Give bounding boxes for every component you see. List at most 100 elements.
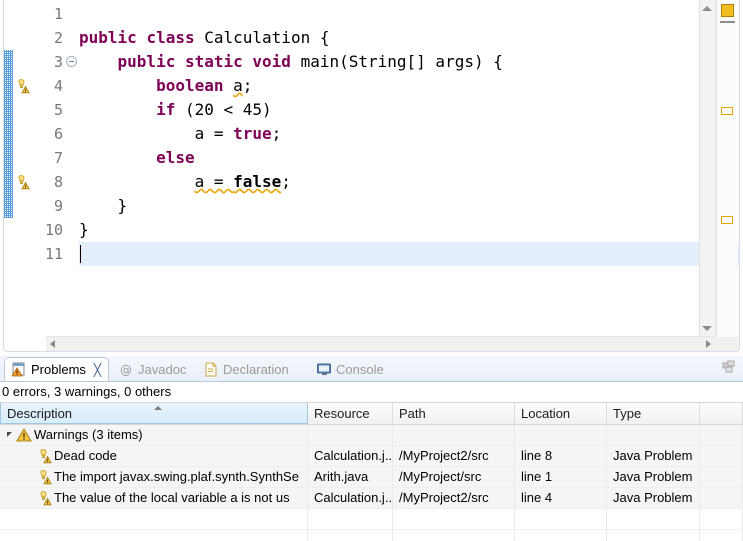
- overview-warning-marker[interactable]: [721, 216, 733, 224]
- cell-resource[interactable]: Calculation.j...: [308, 488, 393, 508]
- code-line[interactable]: }: [79, 194, 739, 218]
- view-menu-icon[interactable]: [721, 360, 739, 376]
- tab-declaration[interactable]: Declaration: [197, 358, 296, 381]
- code-line[interactable]: a = false;: [79, 170, 739, 194]
- row-description-text: Warnings (3 items): [34, 427, 143, 442]
- cell-description[interactable]: Dead code: [0, 446, 308, 466]
- svg-text:@: @: [120, 363, 132, 377]
- editor-overview-ruler[interactable]: [716, 0, 738, 337]
- cell-path[interactable]: /MyProject2/src: [393, 446, 515, 466]
- cell-location[interactable]: line 1: [515, 467, 607, 487]
- table-row[interactable]: The value of the local variable a is not…: [0, 488, 743, 509]
- code-line[interactable]: [79, 2, 739, 26]
- problems-summary: 0 errors, 3 warnings, 0 others: [0, 382, 743, 402]
- problems-table-header[interactable]: Description Resource Path Location Type: [0, 402, 743, 425]
- cell-description[interactable]: Warnings (3 items): [0, 425, 308, 445]
- column-header-location[interactable]: Location: [515, 403, 607, 424]
- fold-collapse-icon[interactable]: [66, 56, 77, 67]
- expand-collapse-icon[interactable]: [4, 425, 16, 445]
- tab-label: Declaration: [223, 362, 289, 377]
- cell-resource[interactable]: Calculation.j...: [308, 446, 393, 466]
- editor-horizontal-scrollbar[interactable]: [46, 336, 715, 351]
- editor-body: 1 2 3 4 5 6 7 8 9 10 11 public class Calculation {…: [4, 0, 739, 337]
- cell-path[interactable]: [393, 425, 515, 445]
- warning-bulb-icon[interactable]: [14, 174, 30, 190]
- code-line[interactable]: public static void main(String[] args) {: [79, 50, 739, 74]
- cell-path[interactable]: /MyProject2/src: [393, 488, 515, 508]
- code-line[interactable]: if (20 < 45): [79, 98, 739, 122]
- table-row[interactable]: Warnings (3 items): [0, 425, 743, 446]
- cell-location[interactable]: [515, 425, 607, 445]
- editor-vertical-scrollbar[interactable]: [699, 0, 716, 337]
- cell-resource[interactable]: [308, 425, 393, 445]
- code-token: void: [252, 52, 291, 71]
- cell-empty: [515, 509, 607, 529]
- cell-location[interactable]: line 8: [515, 446, 607, 466]
- code-line[interactable]: a = true;: [79, 122, 739, 146]
- cell-description[interactable]: The import javax.swing.plaf.synth.SynthS…: [0, 467, 308, 487]
- warning-triangle-icon: [16, 427, 34, 443]
- line-number: 8: [53, 173, 63, 191]
- cell-resource[interactable]: Arith.java: [308, 467, 393, 487]
- editor-line-number-ruler: 1 2 3 4 5 6 7 8 9 10 11: [31, 0, 65, 337]
- editor-marker-ruler[interactable]: [13, 0, 31, 337]
- cell-type[interactable]: Java Problem: [607, 446, 700, 466]
- code-token: public: [117, 52, 176, 71]
- scroll-right-arrow-icon[interactable]: [706, 340, 711, 348]
- cell-type[interactable]: [607, 425, 700, 445]
- code-line[interactable]: boolean a;: [79, 74, 739, 98]
- problems-table-body[interactable]: Warnings (3 items) Dead code Calculation.j…: [0, 425, 743, 541]
- code-line[interactable]: else: [79, 146, 739, 170]
- table-row[interactable]: Dead code Calculation.j.../MyProject2/src…: [0, 446, 743, 467]
- problems-table[interactable]: Description Resource Path Location Type Warn…: [0, 402, 743, 541]
- javadoc-icon: @: [119, 362, 134, 377]
- close-icon[interactable]: ╳: [94, 364, 101, 376]
- tab-problems[interactable]: Problems ╳: [4, 357, 110, 381]
- code-token: main(String[] args) {: [290, 52, 503, 71]
- cell-description[interactable]: The value of the local variable a is not…: [0, 488, 308, 508]
- column-header-resource[interactable]: Resource: [308, 403, 393, 424]
- editor-change-bar: [4, 0, 13, 337]
- cell-type[interactable]: Java Problem: [607, 467, 700, 487]
- cell-type[interactable]: Java Problem: [607, 488, 700, 508]
- column-header-description[interactable]: Description: [0, 403, 308, 424]
- line-number: 1: [53, 5, 63, 23]
- code-line[interactable]: public class Calculation {: [79, 26, 739, 50]
- column-header-path[interactable]: Path: [393, 403, 515, 424]
- cell-filler: [700, 467, 743, 487]
- overview-warning-marker[interactable]: [721, 107, 733, 115]
- table-row[interactable]: The import javax.swing.plaf.synth.SynthS…: [0, 467, 743, 488]
- console-icon: [317, 362, 332, 377]
- scroll-left-arrow-icon[interactable]: [50, 340, 55, 348]
- tab-console[interactable]: Console: [310, 358, 391, 381]
- scroll-down-arrow-icon[interactable]: [702, 326, 712, 331]
- overview-status-marker[interactable]: [721, 4, 734, 17]
- overview-separator: [720, 21, 735, 23]
- code-token: true: [233, 124, 272, 143]
- bottom-view-stack: Problems ╳ @ Javadoc Declaration Console 0 er…: [0, 356, 743, 541]
- code-token: static: [184, 52, 243, 71]
- cell-location[interactable]: line 4: [515, 488, 607, 508]
- code-token: }: [79, 196, 128, 215]
- scroll-up-arrow-icon[interactable]: [702, 6, 712, 11]
- editor-code-area[interactable]: public class Calculation { public static…: [79, 0, 739, 337]
- change-bar-segment: [4, 50, 13, 218]
- cell-filler: [700, 425, 743, 445]
- editor-folding-ruler[interactable]: [65, 0, 79, 337]
- warning-bulb-icon[interactable]: [14, 78, 30, 94]
- tab-javadoc[interactable]: @ Javadoc: [112, 358, 193, 381]
- java-editor[interactable]: 1 2 3 4 5 6 7 8 9 10 11 public class Calculation {…: [3, 0, 740, 352]
- text-caret: [80, 245, 81, 263]
- code-token: if: [156, 100, 176, 119]
- code-line[interactable]: [79, 242, 739, 266]
- column-header-type[interactable]: Type: [607, 403, 700, 424]
- cell-path[interactable]: /MyProject/src: [393, 467, 515, 487]
- code-line[interactable]: }: [79, 218, 739, 242]
- cell-empty: [308, 530, 393, 541]
